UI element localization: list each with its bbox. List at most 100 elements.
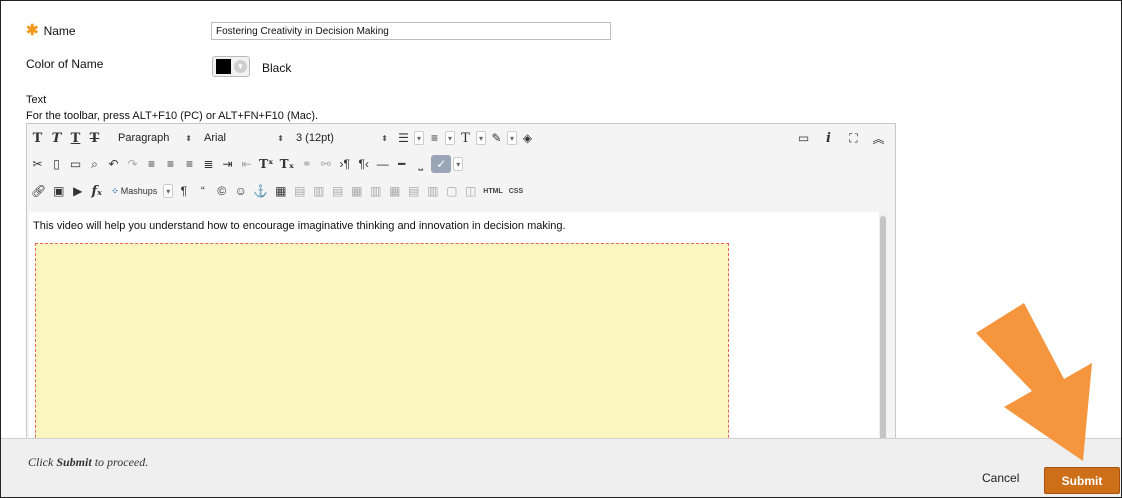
italic-icon[interactable]: T — [48, 129, 65, 147]
eraser-icon[interactable]: ◈ — [519, 129, 536, 147]
emoticon-icon[interactable]: ☺ — [232, 182, 249, 200]
name-row: ✱ Name — [26, 23, 76, 38]
rich-text-editor: T T T T Paragraph ⬍ Arial ⬍ 3 (12pt) ⬍ ☰… — [26, 123, 896, 458]
toolbar-row-3: 🔗︎ ▣ ▶ fₓ ⁘ Mashups ▾ ¶ “ © ☺ ⚓ ▦ ▤ ▥ ▤ ▦… — [29, 180, 525, 202]
toolbar-hint: For the toolbar, press ALT+F10 (PC) or A… — [26, 110, 319, 122]
horizontal-line-icon[interactable]: ━ — [393, 155, 410, 173]
submit-button[interactable]: Submit — [1044, 467, 1120, 494]
table-delete-row-icon[interactable]: ▦ — [348, 182, 365, 200]
nonbreaking-space-icon[interactable]: ⎵ — [412, 155, 429, 173]
info-icon[interactable]: i — [820, 129, 837, 147]
collapse-toolbar-icon[interactable]: ︽ — [870, 129, 887, 147]
chevron-down-icon[interactable]: ▾ — [507, 131, 517, 145]
align-center-icon[interactable]: ≡ — [162, 155, 179, 173]
preview-icon[interactable]: ▭ — [795, 129, 812, 147]
numbered-list-icon[interactable]: ≡ — [426, 129, 443, 147]
superscript-icon[interactable]: Tˣ — [257, 155, 276, 173]
select-arrows-icon: ⬍ — [185, 133, 192, 143]
editor-scrollbar[interactable] — [879, 212, 887, 452]
editor-content-area[interactable]: This video will help you understand how … — [29, 212, 879, 458]
color-swatch — [216, 59, 231, 74]
embedded-video-placeholder[interactable] — [35, 243, 729, 458]
table-props-icon[interactable]: ▢ — [443, 182, 460, 200]
footer-hint-prefix: Click — [28, 455, 54, 469]
align-justify-icon[interactable]: ≣ — [200, 155, 217, 173]
copy-icon[interactable]: ▯ — [48, 155, 65, 173]
color-value-name: Black — [262, 61, 292, 75]
text-label: Text — [26, 94, 47, 106]
content-editor-page: ✱ Name Color of Name ▼ Black Text For th… — [0, 0, 1122, 498]
find-icon[interactable]: ⌕ — [86, 155, 103, 173]
table-delete-icon[interactable]: ◫ — [462, 182, 479, 200]
spellcheck-icon[interactable]: ✓ — [431, 155, 452, 173]
html-source-button[interactable]: HTML — [481, 182, 504, 200]
mashups-label: Mashups — [120, 186, 158, 196]
table-cell-props-icon[interactable]: ▥ — [310, 182, 327, 200]
media-icon[interactable]: ▶ — [69, 182, 86, 200]
table-insert-col-icon[interactable]: ▥ — [367, 182, 384, 200]
redo-icon[interactable]: ↷ — [124, 155, 141, 173]
mashups-menu[interactable]: ⁘ Mashups — [107, 182, 161, 200]
horizontal-rule-icon[interactable]: — — [374, 155, 391, 173]
required-star-icon: ✱ — [26, 22, 39, 39]
table-delete-col-icon[interactable]: ▦ — [386, 182, 403, 200]
unlink-icon[interactable]: ⚯ — [317, 155, 334, 173]
format-select-value: Paragraph — [118, 132, 170, 144]
anchor-icon[interactable]: ⚓ — [251, 182, 270, 200]
chevron-down-icon[interactable]: ▾ — [414, 131, 424, 145]
align-left-icon[interactable]: ≡ — [143, 155, 160, 173]
math-formula-icon[interactable]: fₓ — [88, 182, 105, 200]
size-select[interactable]: 3 (12pt) ⬍ — [291, 129, 393, 147]
table-merge-icon[interactable]: ▥ — [424, 182, 441, 200]
paragraph-mark-icon[interactable]: ¶ — [175, 182, 192, 200]
name-input[interactable] — [211, 22, 611, 40]
chevron-down-icon[interactable]: ▾ — [453, 157, 464, 171]
highlight-pen-icon[interactable]: ✎ — [488, 129, 505, 147]
font-style-icon[interactable]: T — [457, 129, 474, 147]
blockquote-icon[interactable]: “ — [194, 182, 211, 200]
color-label: Color of Name — [26, 57, 104, 71]
cut-icon[interactable]: ✂ — [29, 155, 46, 173]
chevron-down-icon[interactable]: ▾ — [163, 184, 174, 198]
chevron-down-icon[interactable]: ▾ — [476, 131, 486, 145]
strikethrough-icon[interactable]: T — [86, 129, 103, 147]
indent-icon[interactable]: ⇥ — [219, 155, 236, 173]
font-select-value: Arial — [204, 132, 227, 144]
footer-hint-bold: Submit — [56, 455, 92, 469]
ltr-icon[interactable]: ›¶ — [336, 155, 353, 173]
bold-icon[interactable]: T — [29, 129, 46, 147]
undo-icon[interactable]: ↶ — [105, 155, 122, 173]
footer-hint-suffix: to proceed. — [94, 455, 149, 469]
format-select[interactable]: Paragraph ⬍ — [113, 129, 197, 147]
table-split-icon[interactable]: ▤ — [405, 182, 422, 200]
table-row-props-icon[interactable]: ▤ — [291, 182, 308, 200]
underline-icon[interactable]: T — [67, 129, 84, 147]
color-picker-button[interactable]: ▼ — [212, 56, 250, 77]
outdent-icon[interactable]: ⇤ — [238, 155, 255, 173]
chevron-down-icon: ▼ — [234, 60, 247, 73]
css-editor-button[interactable]: CSS — [507, 182, 525, 200]
font-select[interactable]: Arial ⬍ — [199, 129, 289, 147]
cancel-button[interactable]: Cancel — [974, 465, 1027, 491]
toolbar-row-1: T T T T Paragraph ⬍ Arial ⬍ 3 (12pt) ⬍ ☰… — [29, 127, 536, 149]
table-icon[interactable]: ▦ — [272, 182, 289, 200]
submit-footer: Click Submit to proceed. Cancel Submit — [1, 438, 1121, 497]
footer-hint: Click Submit to proceed. — [28, 455, 148, 470]
bullet-list-icon[interactable]: ☰ — [395, 129, 412, 147]
table-insert-row-icon[interactable]: ▤ — [329, 182, 346, 200]
paste-icon[interactable]: ▭ — [67, 155, 84, 173]
mashups-icon: ⁘ — [111, 185, 119, 196]
attachment-icon[interactable]: 🔗︎ — [29, 182, 48, 200]
align-right-icon[interactable]: ≡ — [181, 155, 198, 173]
size-select-value: 3 (12pt) — [296, 132, 334, 144]
fullscreen-icon[interactable]: ⛶ — [845, 129, 862, 147]
chevron-down-icon[interactable]: ▾ — [445, 131, 455, 145]
select-arrows-icon: ⬍ — [277, 133, 284, 143]
scrollbar-thumb[interactable] — [880, 216, 886, 448]
link-icon[interactable]: ⚭ — [298, 155, 315, 173]
name-label: Name — [43, 23, 76, 38]
image-icon[interactable]: ▣ — [50, 182, 67, 200]
copyright-icon[interactable]: © — [213, 182, 230, 200]
rtl-icon[interactable]: ¶‹ — [355, 155, 372, 173]
subscript-icon[interactable]: Tₓ — [278, 155, 297, 173]
